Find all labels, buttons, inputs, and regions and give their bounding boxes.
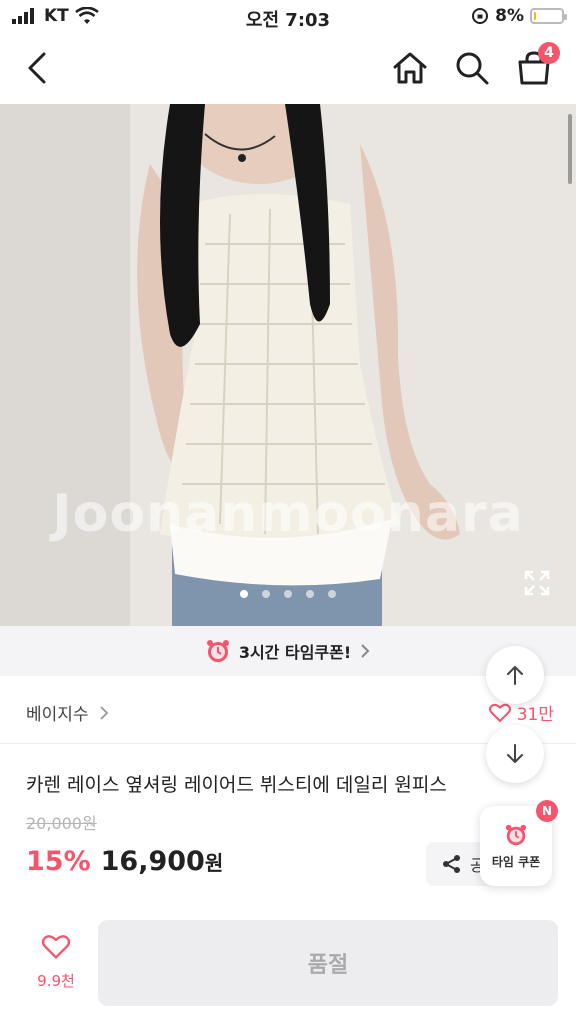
bottom-action-bar: 9.9천 품절 [0, 912, 576, 1024]
store-link[interactable]: 베이지수 [26, 700, 109, 725]
status-right: 8% [471, 6, 567, 26]
search-icon [456, 52, 489, 85]
product-image-carousel[interactable]: Joonanmoonara [0, 104, 576, 626]
sale-price: 16,900 [100, 846, 205, 877]
image-scrollbar[interactable] [568, 114, 572, 184]
alarm-clock-icon [206, 640, 229, 662]
wish-count: 9.9천 [37, 972, 75, 990]
battery-icon [530, 8, 567, 24]
back-icon [28, 52, 46, 84]
coupon-strip-label: 3시간 타임쿠폰! [238, 643, 352, 662]
store-name: 베이지수 [26, 705, 89, 725]
new-badge: N [536, 800, 558, 822]
time-coupon-button[interactable]: N 타임 쿠폰 [480, 800, 558, 886]
time-coupon-label: 타임 쿠폰 [491, 854, 541, 869]
status-bar: KT 오전 7:03 8% [0, 0, 576, 34]
scroll-down-button[interactable] [486, 725, 544, 783]
expand-button[interactable] [524, 570, 550, 596]
discount-rate: 15% [26, 846, 91, 877]
product-title: 카렌 레이스 옆셔링 레이어드 뷔스티에 데일리 원피스 [26, 774, 447, 796]
currency-label: 원 [204, 851, 224, 875]
price-row: 15% 16,900원 [26, 846, 223, 877]
store-likes-count: 31만 [516, 705, 554, 725]
wish-button[interactable]: 9.9천 [24, 934, 88, 991]
carousel-dot[interactable] [306, 590, 314, 598]
top-nav: 4 [0, 34, 576, 104]
carousel-dot[interactable] [284, 590, 292, 598]
carousel-dot[interactable] [328, 590, 336, 598]
home-icon [393, 52, 427, 84]
battery-fill [534, 12, 536, 20]
home-button[interactable] [390, 48, 430, 88]
scroll-up-button[interactable] [486, 646, 544, 704]
search-button[interactable] [452, 48, 492, 88]
image-watermark: Joonanmoonara [52, 484, 524, 544]
back-button[interactable] [18, 48, 58, 88]
original-price: 20,000원 [26, 814, 97, 833]
battery-percent: 8% [495, 6, 524, 26]
alarm-clock-icon [505, 824, 527, 845]
chevron-right-icon [361, 644, 370, 658]
carousel-dot[interactable] [262, 590, 270, 598]
arrow-down-icon [507, 744, 523, 763]
cart-count-badge: 4 [538, 42, 560, 64]
store-likes[interactable]: 31만 [488, 700, 554, 725]
heart-outline-icon [41, 935, 71, 960]
expand-icon [524, 570, 550, 596]
carousel-dots [0, 590, 576, 598]
nav-actions: 4 [390, 42, 560, 88]
arrow-up-icon [507, 666, 523, 685]
cart-button[interactable]: 4 [514, 42, 560, 88]
orientation-lock-icon [472, 8, 489, 24]
chevron-right-icon [99, 705, 108, 720]
carousel-dot[interactable] [240, 590, 248, 598]
product-photo [0, 104, 576, 626]
share-icon [443, 855, 460, 873]
soldout-button[interactable]: 품절 [98, 920, 558, 1006]
heart-outline-icon [488, 703, 511, 722]
